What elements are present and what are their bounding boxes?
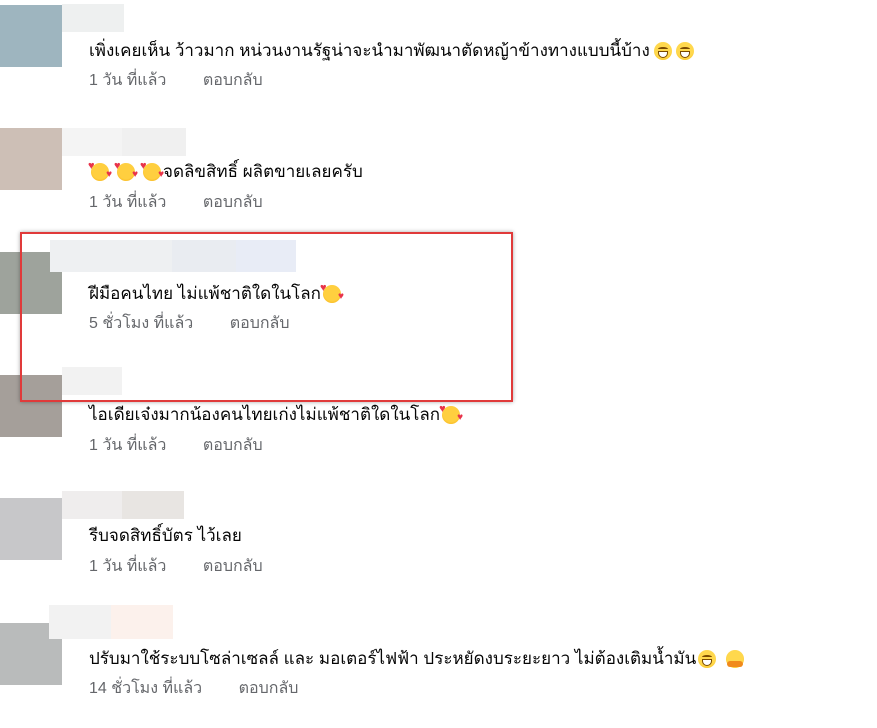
comment-text: รีบจดสิทธิ์บัตร ไว้เลย [89, 525, 242, 547]
comment-time[interactable]: 1 วัน ที่แล้ว [89, 558, 166, 575]
author-name-blurred[interactable] [62, 4, 124, 32]
comment-item: เพิ่งเคยเห็น ว้าวมาก หน่วนงานรัฐน่าจะนำม… [0, 0, 877, 110]
grinning-face-icon [675, 42, 694, 60]
comment-text: จดลิขสิทธิ์ ผลิตขายเลยครับ [88, 161, 363, 183]
grinning-face-icon [653, 42, 672, 60]
author-name-blurred[interactable] [49, 605, 173, 639]
author-name-blurred[interactable] [62, 491, 184, 519]
highlight-annotation-box [20, 232, 513, 402]
comment-meta: 1 วัน ที่แล้ว ตอบกลับ [89, 193, 263, 213]
comment-time[interactable]: 14 ชั่วโมง ที่แล้ว [89, 680, 202, 697]
comment-text: เพิ่งเคยเห็น ว้าวมาก หน่วนงานรัฐน่าจะนำม… [89, 40, 696, 62]
comment-time[interactable]: 1 วัน ที่แล้ว [89, 72, 166, 89]
comment-time[interactable]: 1 วัน ที่แล้ว [89, 194, 166, 211]
comment-text-content: ปรับมาใช้ระบบโซล่าเซลล์ และ มอเตอร์ไฟฟ้า… [89, 649, 697, 668]
smiling-face-with-hearts-icon [114, 161, 138, 181]
avatar[interactable] [0, 5, 62, 67]
comment-item: ปรับมาใช้ระบบโซล่าเซลล์ และ มอเตอร์ไฟฟ้า… [0, 605, 877, 728]
avatar[interactable] [0, 498, 62, 560]
comment-time[interactable]: 1 วัน ที่แล้ว [89, 437, 166, 454]
reply-button[interactable]: ตอบกลับ [203, 558, 263, 575]
reply-button[interactable]: ตอบกลับ [203, 437, 263, 454]
comment-text: ปรับมาใช้ระบบโซล่าเซลล์ และ มอเตอร์ไฟฟ้า… [89, 648, 746, 670]
comment-item: จดลิขสิทธิ์ ผลิตขายเลยครับ 1 วัน ที่แล้ว… [0, 110, 877, 230]
comment-item: รีบจดสิทธิ์บัตร ไว้เลย 1 วัน ที่แล้ว ตอบ… [0, 485, 877, 605]
avatar[interactable] [0, 128, 62, 190]
grinning-face-icon [698, 650, 717, 668]
comment-meta: 1 วัน ที่แล้ว ตอบกลับ [89, 557, 263, 577]
hugging-face-icon [726, 650, 745, 668]
comment-text-content: รีบจดสิทธิ์บัตร ไว้เลย [89, 526, 242, 545]
comment-text-content: ไอเดียเจ๋งมากน้องคนไทยเก่งไม่แพ้ชาติใดใน… [89, 405, 441, 424]
smiling-face-with-hearts-icon [140, 161, 164, 181]
reply-button[interactable]: ตอบกลับ [203, 72, 263, 89]
comment-meta: 1 วัน ที่แล้ว ตอบกลับ [89, 436, 263, 456]
smiling-face-with-hearts-icon [439, 404, 463, 424]
author-name-blurred[interactable] [62, 128, 186, 156]
smiling-face-with-hearts-icon [88, 161, 112, 181]
comment-meta: 14 ชั่วโมง ที่แล้ว ตอบกลับ [89, 679, 298, 699]
comment-text-content: จดลิขสิทธิ์ ผลิตขายเลยครับ [163, 162, 363, 181]
comment-text: ไอเดียเจ๋งมากน้องคนไทยเก่งไม่แพ้ชาติใดใน… [89, 404, 463, 426]
comment-meta: 1 วัน ที่แล้ว ตอบกลับ [89, 71, 263, 91]
reply-button[interactable]: ตอบกลับ [203, 194, 263, 211]
reply-button[interactable]: ตอบกลับ [239, 680, 299, 697]
comment-text-content: เพิ่งเคยเห็น ว้าวมาก หน่วนงานรัฐน่าจะนำม… [89, 41, 650, 60]
